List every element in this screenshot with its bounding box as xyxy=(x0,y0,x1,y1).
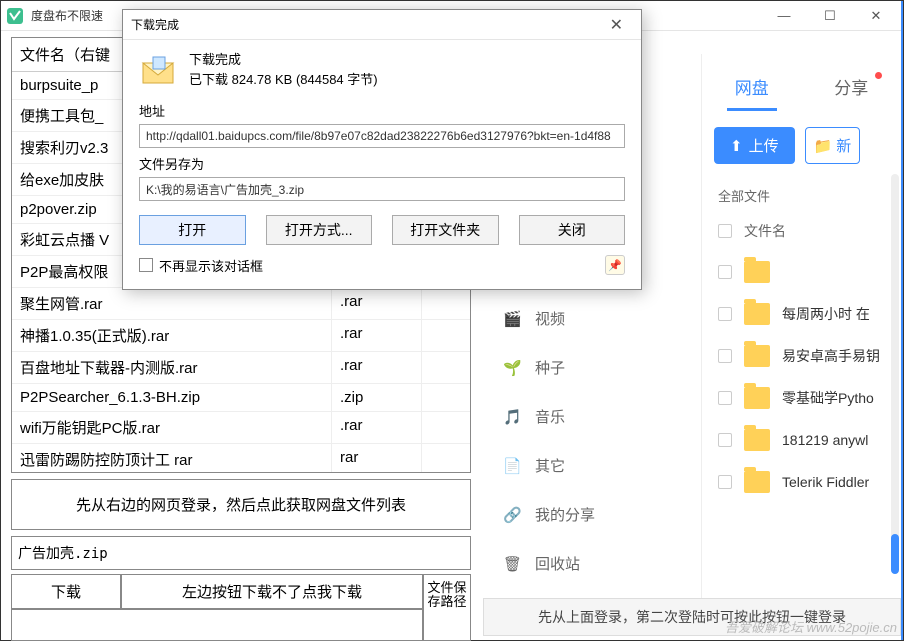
right-tabs: 网盘 分享 xyxy=(702,54,901,111)
new-button[interactable]: 📁新 xyxy=(805,127,861,164)
list-item[interactable]: 易安卓高手易钥 xyxy=(702,335,901,377)
alt-download-button[interactable]: 左边按钮下载不了点我下载 xyxy=(121,574,423,609)
folder-icon xyxy=(744,387,770,409)
folder-icon xyxy=(744,303,770,325)
row-checkbox[interactable] xyxy=(718,475,732,489)
folder-icon xyxy=(744,429,770,451)
dont-show-again[interactable]: 不再显示该对话框 xyxy=(139,256,263,275)
minimize-button[interactable]: — xyxy=(761,1,807,31)
share-icon: 🔗 xyxy=(503,506,521,524)
row-checkbox[interactable] xyxy=(718,433,732,447)
saveas-field[interactable] xyxy=(139,177,625,201)
list-item[interactable]: 零基础学Pytho xyxy=(702,377,901,419)
download-complete-dialog: 下载完成 ✕ 下载完成 已下载 824.78 KB (844584 字节) 地址… xyxy=(122,9,642,290)
filename-input[interactable] xyxy=(11,536,471,570)
envelope-icon xyxy=(139,51,177,89)
music-icon: 🎵 xyxy=(503,408,521,426)
cat-torrent[interactable]: 🌱种子 xyxy=(483,343,683,392)
trash-icon: 🗑 xyxy=(503,555,521,573)
open-button[interactable]: 打开 xyxy=(139,215,246,245)
list-item[interactable]: 181219 anywl xyxy=(702,419,901,461)
open-folder-button[interactable]: 打开文件夹 xyxy=(392,215,499,245)
window-title: 度盘布不限速 xyxy=(31,7,103,24)
dialog-close-button[interactable]: ✕ xyxy=(600,15,633,35)
tab-share[interactable]: 分享 xyxy=(826,68,876,111)
list-item[interactable] xyxy=(702,251,901,293)
row-checkbox[interactable] xyxy=(718,265,732,279)
outer-scrollbar[interactable] xyxy=(901,1,903,640)
save-path-button[interactable]: 文件保存路径 xyxy=(423,574,471,641)
open-with-button[interactable]: 打开方式... xyxy=(266,215,373,245)
row-checkbox[interactable] xyxy=(718,391,732,405)
checkbox-icon[interactable] xyxy=(139,258,153,272)
folder-icon xyxy=(744,261,770,283)
tab-netdisk[interactable]: 网盘 xyxy=(727,68,777,111)
select-all-checkbox[interactable] xyxy=(718,224,732,238)
cat-share[interactable]: 🔗我的分享 xyxy=(483,490,683,539)
watermark: 吾爱破解论坛 www.52pojie.cn xyxy=(725,617,897,636)
folder-icon xyxy=(744,345,770,367)
dialog-head-title: 下载完成 xyxy=(189,50,378,70)
list-item[interactable]: 每周两小时 在 xyxy=(702,293,901,335)
list-item[interactable]: Telerik Fiddler xyxy=(702,461,901,503)
cat-video[interactable]: 🎬视频 xyxy=(483,294,683,343)
app-icon xyxy=(5,6,25,26)
pin-button[interactable]: 📌 xyxy=(605,255,625,275)
cat-music[interactable]: 🎵音乐 xyxy=(483,392,683,441)
cat-trash[interactable]: 🗑回收站 xyxy=(483,539,683,588)
other-icon: 📄 xyxy=(503,457,521,475)
table-row[interactable]: 迅雷防踢防控防顶计工 rarrar xyxy=(12,444,470,472)
row-checkbox[interactable] xyxy=(718,307,732,321)
table-row[interactable]: 聚生网管.rar.rar xyxy=(12,288,470,320)
upload-icon: ⬆ xyxy=(730,137,743,155)
url-label: 地址 xyxy=(139,101,625,120)
table-row[interactable]: 神播1.0.35(正式版).rar.rar xyxy=(12,320,470,352)
video-icon: 🎬 xyxy=(503,310,521,328)
path-display[interactable] xyxy=(11,609,423,641)
all-files-label[interactable]: 全部文件 xyxy=(702,180,901,211)
scrollbar-thumb[interactable] xyxy=(891,534,899,574)
upload-button[interactable]: ⬆上传 xyxy=(714,127,795,164)
seed-icon: 🌱 xyxy=(503,359,521,377)
close-button[interactable]: ✕ xyxy=(853,1,899,31)
notification-dot-icon xyxy=(875,72,882,79)
right-panel: 网盘 分享 ⬆上传 📁新 全部文件 文件名 每周两小时 在 易安卓高手易钥 零基… xyxy=(701,54,901,634)
scrollbar[interactable] xyxy=(891,174,899,574)
dialog-titlebar[interactable]: 下载完成 ✕ xyxy=(123,10,641,40)
table-row[interactable]: 百盘地址下载器-内测版.rar.rar xyxy=(12,352,470,384)
table-row[interactable]: wifi万能钥匙PC版.rar.rar xyxy=(12,412,470,444)
saveas-label: 文件另存为 xyxy=(139,154,625,173)
download-button[interactable]: 下载 xyxy=(11,574,121,609)
dialog-head-sub: 已下载 824.78 KB (844584 字节) xyxy=(189,70,378,90)
maximize-button[interactable]: ☐ xyxy=(807,1,853,31)
hint-bar[interactable]: 先从右边的网页登录，然后点此获取网盘文件列表 xyxy=(11,479,471,530)
netdisk-header: 文件名 xyxy=(702,211,901,251)
row-checkbox[interactable] xyxy=(718,349,732,363)
table-row[interactable]: P2PSearcher_6.1.3-BH.zip.zip xyxy=(12,384,470,412)
url-field[interactable] xyxy=(139,124,625,148)
new-folder-icon: 📁 xyxy=(814,137,833,155)
dialog-close-btn[interactable]: 关闭 xyxy=(519,215,626,245)
folder-icon xyxy=(744,471,770,493)
dialog-title: 下载完成 xyxy=(131,16,179,33)
cat-other[interactable]: 📄其它 xyxy=(483,441,683,490)
